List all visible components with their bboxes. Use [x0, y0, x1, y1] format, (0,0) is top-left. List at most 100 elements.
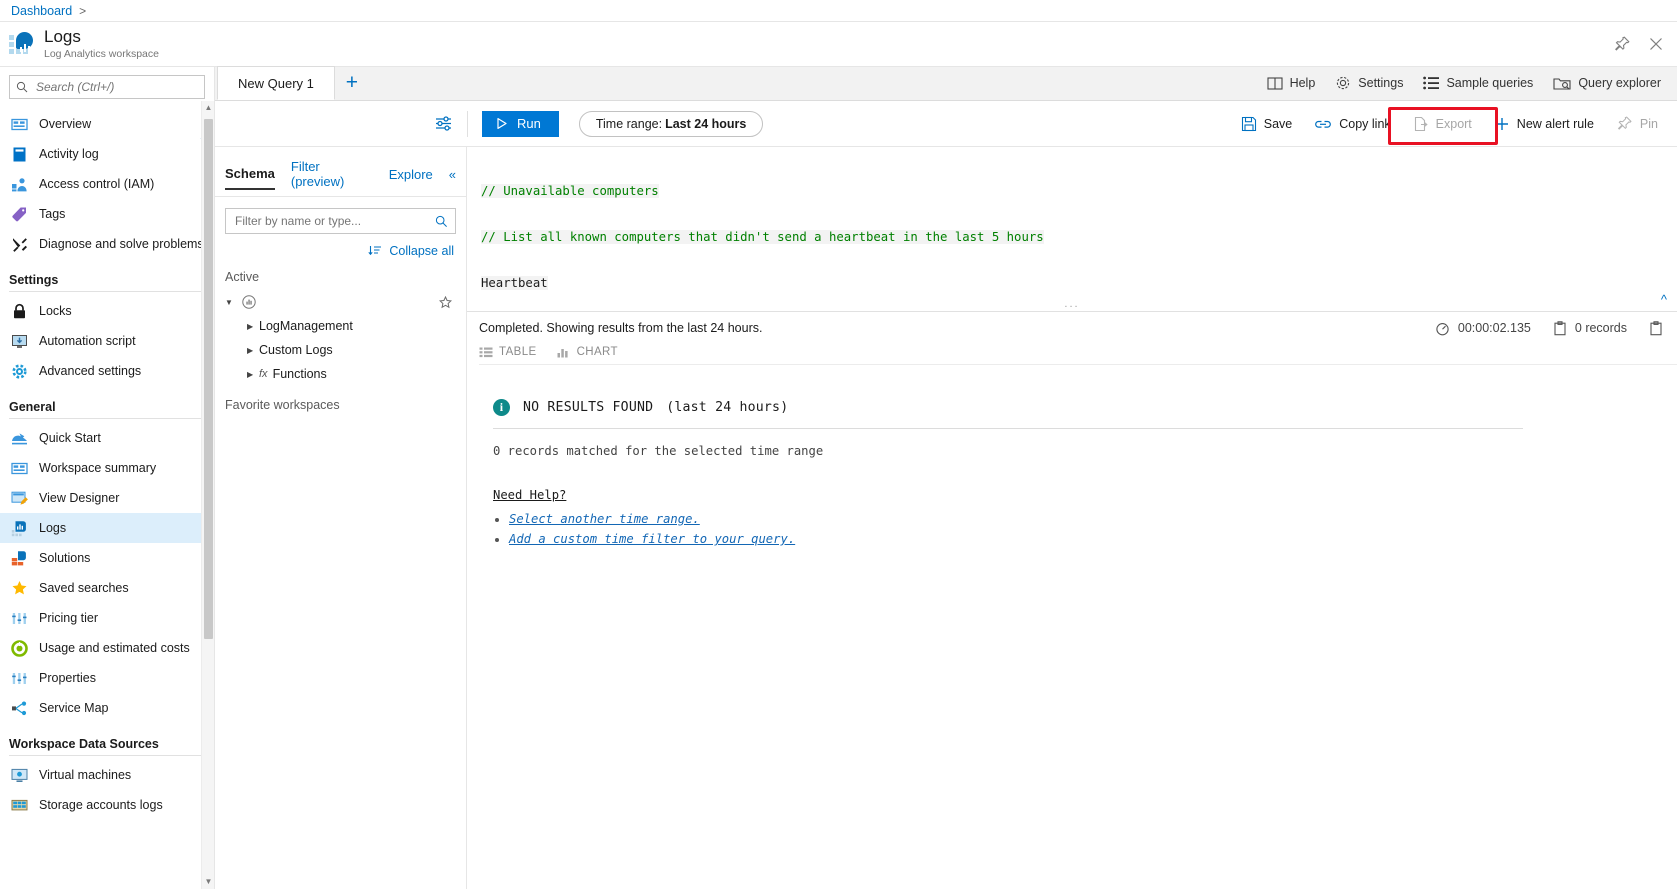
sidebar-item-usage-and-estimated-costs[interactable]: Usage and estimated costs [0, 633, 214, 663]
collapse-all-icon [368, 245, 382, 257]
link-add-custom-time-filter[interactable]: Add a custom time filter to your query. [509, 532, 795, 546]
chevron-right-icon[interactable]: ▶ [247, 346, 259, 355]
sidebar-item-service-map[interactable]: Service Map [0, 693, 214, 723]
time-range-picker[interactable]: Time range: Last 24 hours [578, 110, 764, 137]
sidebar-item-access-control-iam[interactable]: Access control (IAM) [0, 169, 214, 199]
query-editor[interactable]: // Unavailable computers // List all kno… [467, 147, 1677, 312]
sidebar-item-properties[interactable]: Properties [0, 663, 214, 693]
help-button[interactable]: Help [1267, 76, 1316, 91]
search-icon [435, 215, 448, 228]
no-results-title: NO RESULTS FOUND [523, 400, 654, 415]
query-tab-strip: New Query 1 + Help Settings Sample queri… [215, 66, 1677, 101]
copy-link-button[interactable]: Copy link [1303, 107, 1401, 141]
search-icon [16, 81, 28, 93]
schema-node-custom-logs[interactable]: ▶ Custom Logs [225, 338, 466, 362]
sidebar-item-locks[interactable]: Locks [0, 296, 214, 326]
sidebar-item-pricing-tier[interactable]: Pricing tier [0, 603, 214, 633]
chevron-down-icon[interactable]: ▼ [225, 298, 239, 307]
sample-queries-label: Sample queries [1446, 76, 1534, 90]
sidebar-item-quick-start[interactable]: Quick Start [0, 423, 214, 453]
sliders-icon[interactable] [434, 115, 453, 132]
sidebar-item-activity-log[interactable]: Activity log [0, 139, 214, 169]
records-count-value: 0 records [1574, 321, 1627, 335]
tab-schema[interactable]: Schema [225, 166, 275, 190]
pin-icon[interactable] [1613, 35, 1631, 53]
settings-button[interactable]: Settings [1335, 75, 1403, 91]
sidebar-item-automation-script[interactable]: Automation script [0, 326, 214, 356]
editor-resize-handle[interactable]: ... [1064, 298, 1079, 310]
results-status-text: Completed. Showing results from the last… [479, 321, 763, 335]
sidebar-item-tags[interactable]: Tags [0, 199, 214, 229]
run-label: Run [517, 116, 541, 131]
run-query-button[interactable]: Run [482, 110, 559, 137]
sidebar-item-workspace-summary[interactable]: Workspace summary [0, 453, 214, 483]
sidebar-item-label: Quick Start [39, 431, 101, 445]
chevron-right-icon[interactable]: ▶ [247, 322, 259, 331]
schema-workspace-node[interactable]: ▼ [225, 290, 466, 314]
service-map-icon [11, 700, 28, 717]
schema-collapse-icon[interactable]: « [449, 167, 456, 189]
copy-results-button[interactable] [1649, 320, 1663, 336]
save-button[interactable]: Save [1230, 107, 1304, 141]
scroll-up-icon[interactable]: ▲ [202, 101, 214, 115]
tab-filter-preview[interactable]: Filter (preview) [291, 159, 373, 196]
menu-search-box[interactable] [9, 75, 205, 99]
sidebar-item-advanced-settings[interactable]: Advanced settings [0, 356, 214, 386]
virtual-machine-icon [11, 767, 28, 784]
results-tab-chart-label: CHART [576, 346, 618, 358]
query-tab-label: New Query 1 [238, 75, 314, 91]
scrollbar-thumb[interactable] [204, 119, 213, 639]
resource-menu-list: Overview Activity log Access control (IAM)… [0, 105, 214, 820]
sidebar-item-logs[interactable]: Logs [0, 513, 214, 543]
chevron-right-icon[interactable]: ▶ [247, 370, 259, 379]
results-tab-chart[interactable]: CHART [557, 346, 618, 358]
close-icon[interactable] [1647, 35, 1665, 53]
clipboard-icon [1553, 320, 1567, 336]
new-alert-rule-button[interactable]: New alert rule [1483, 107, 1605, 141]
schema-filter-box[interactable] [225, 208, 456, 234]
menu-scrollbar[interactable]: ▲ ▼ [201, 101, 214, 889]
schema-node-label: Functions [272, 367, 327, 381]
query-tab-new-query-1[interactable]: New Query 1 [217, 66, 335, 100]
schema-node-logmanagement[interactable]: ▶ LogManagement [225, 314, 466, 338]
sidebar-item-saved-searches[interactable]: Saved searches [0, 573, 214, 603]
tab-explore[interactable]: Explore [389, 167, 433, 189]
sidebar-item-diagnose-and-solve-problems[interactable]: Diagnose and solve problems [0, 229, 214, 259]
list-item: Select another time range. [509, 512, 1677, 526]
sidebar-item-view-designer[interactable]: View Designer [0, 483, 214, 513]
link-select-another-time-range[interactable]: Select another time range. [509, 512, 700, 526]
schema-node-label: LogManagement [259, 319, 353, 333]
sidebar-item-overview[interactable]: Overview [0, 109, 214, 139]
no-results-heading: i NO RESULTS FOUND (last 24 hours) [479, 399, 1677, 416]
sidebar-item-virtual-machines[interactable]: Virtual machines [0, 760, 214, 790]
save-label: Save [1263, 116, 1293, 131]
query-explorer-button[interactable]: Query explorer [1553, 76, 1661, 91]
sample-queries-button[interactable]: Sample queries [1423, 76, 1533, 90]
editor-collapse-icon[interactable]: ^ [1661, 292, 1667, 307]
schema-node-functions[interactable]: ▶ fx Functions [225, 362, 466, 386]
favorite-star-icon[interactable] [439, 295, 452, 309]
star-icon [11, 580, 28, 597]
breadcrumb-separator: > [79, 3, 87, 18]
collapse-all-button[interactable]: Collapse all [215, 234, 466, 258]
sidebar-item-solutions[interactable]: Solutions [0, 543, 214, 573]
overview-icon [11, 116, 28, 133]
help-label: Help [1289, 76, 1316, 90]
menu-search-input[interactable] [34, 79, 198, 95]
sidebar-item-label: Advanced settings [39, 364, 142, 378]
query-results-column: // Unavailable computers // List all kno… [467, 147, 1677, 889]
schema-filter-input[interactable] [233, 213, 435, 229]
export-button: Export [1402, 107, 1483, 141]
sidebar-item-label: Access control (IAM) [39, 177, 155, 191]
schema-node-label: Custom Logs [259, 343, 333, 357]
workspace-summary-icon [11, 460, 28, 477]
play-icon [495, 117, 508, 130]
activity-log-icon [11, 146, 28, 163]
results-tab-table[interactable]: TABLE [479, 346, 537, 358]
scroll-down-icon[interactable]: ▼ [202, 875, 214, 889]
schema-section-active: Active [225, 270, 260, 284]
pin-icon [1616, 115, 1633, 132]
add-query-tab-button[interactable]: + [335, 66, 369, 100]
breadcrumb-item-dashboard[interactable]: Dashboard [11, 4, 72, 18]
sidebar-item-storage-accounts-logs[interactable]: Storage accounts logs [0, 790, 214, 820]
